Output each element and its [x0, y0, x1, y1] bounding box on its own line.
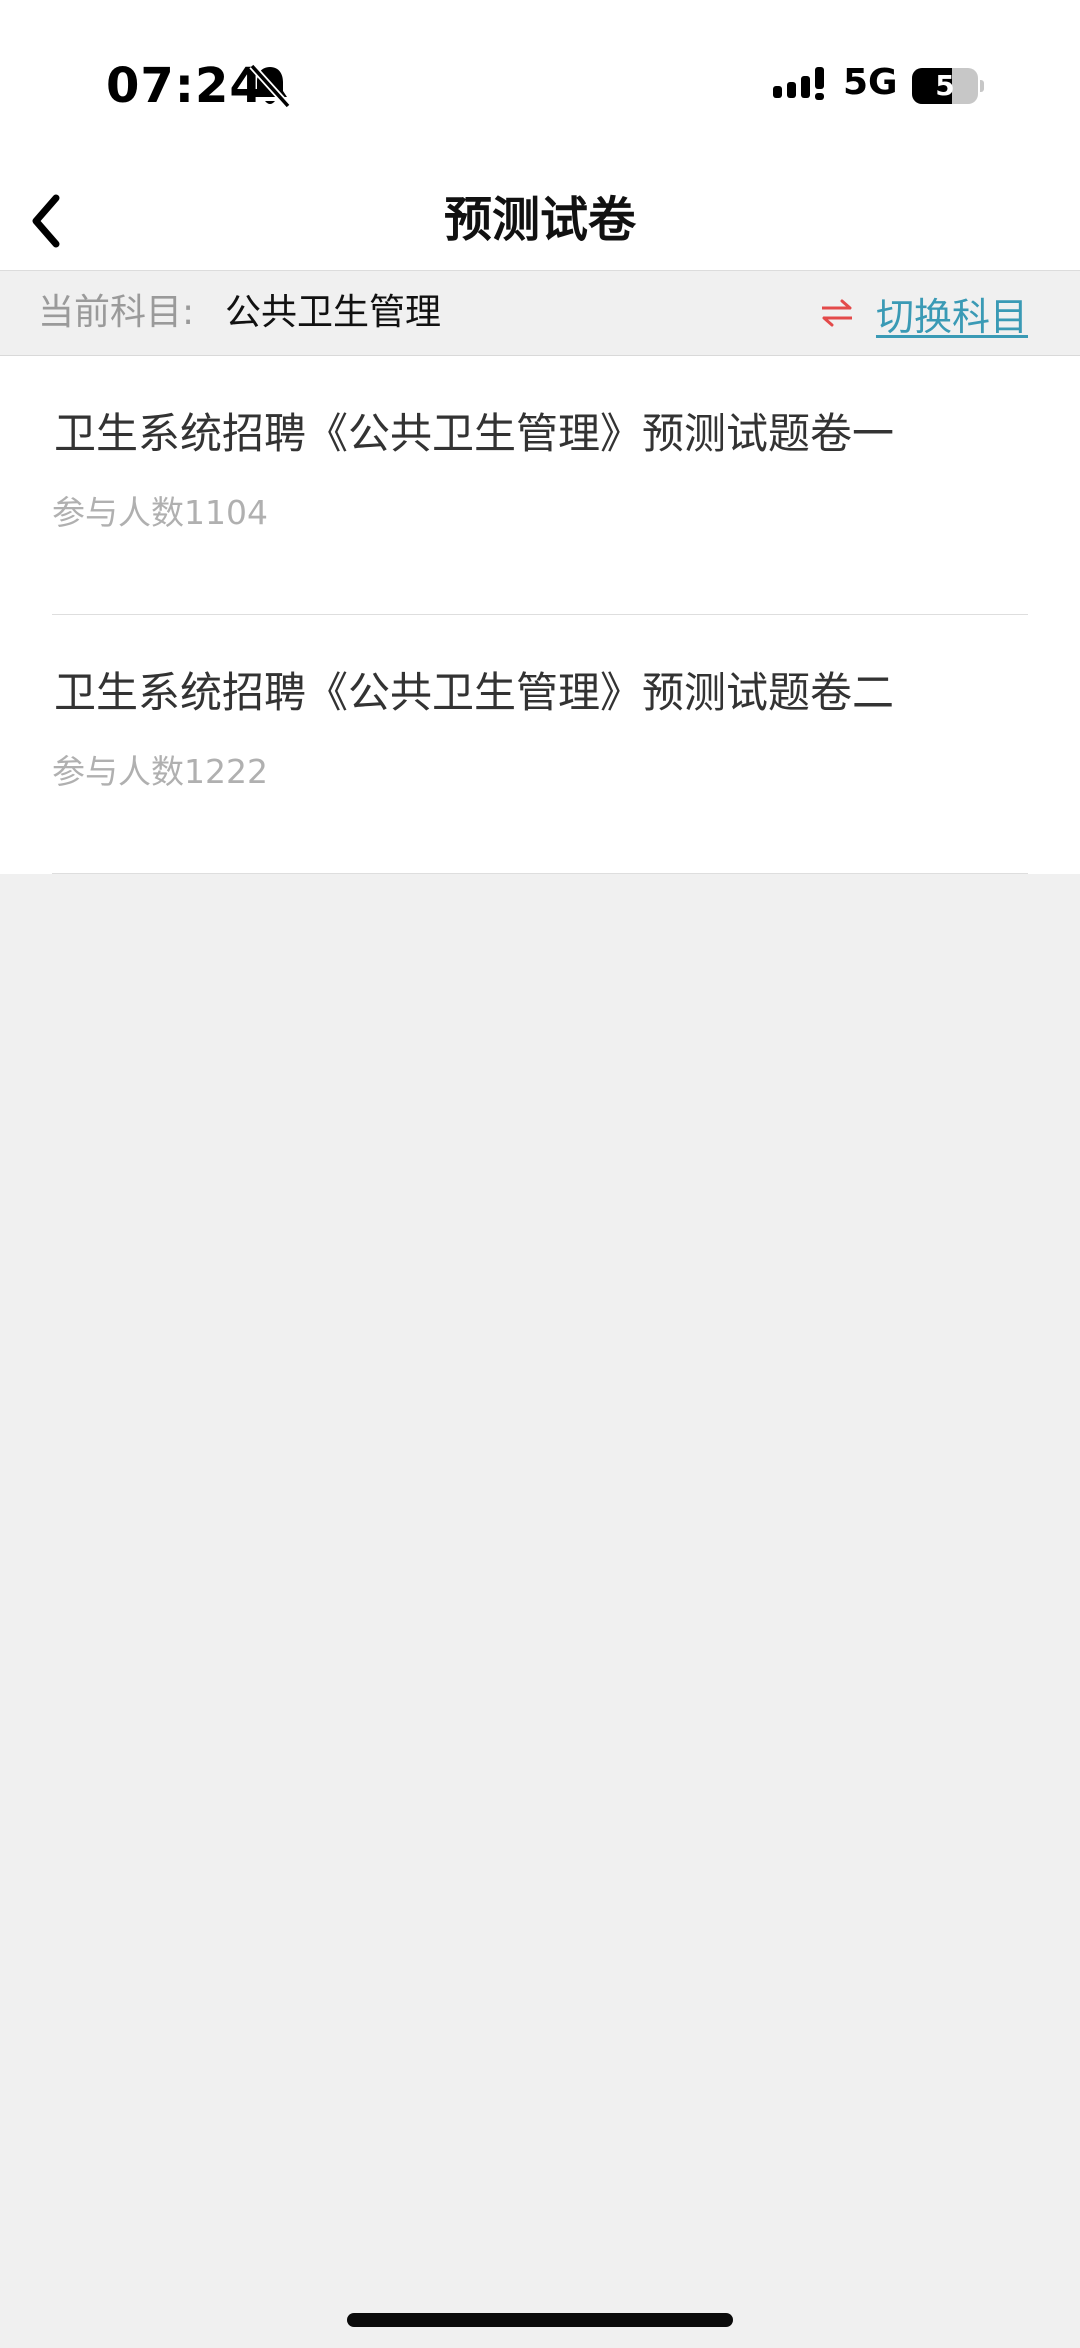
battery-level: 5: [935, 69, 955, 102]
switch-subject-label: 切换科目: [875, 294, 1028, 339]
switch-subject-button[interactable]: 切换科目: [820, 271, 1028, 355]
nav-bar: 预测试卷: [0, 170, 1080, 271]
bell-slash-icon: [249, 63, 291, 109]
participant-count: 参与人数1222: [52, 752, 268, 791]
paper-item[interactable]: 卫生系统招聘《公共卫生管理》预测试题卷一 参与人数1104: [52, 356, 1028, 615]
subject-label: 当前科目:: [38, 292, 195, 333]
network-type: 5G: [843, 62, 898, 103]
subject-bar: 当前科目: 公共卫生管理 切换科目: [0, 271, 1080, 356]
swap-arrows-icon: [821, 299, 852, 327]
signal-icon: [773, 67, 824, 100]
status-time: 07:24: [106, 58, 264, 114]
home-indicator[interactable]: [347, 2313, 733, 2327]
paper-title: 卫生系统招聘《公共卫生管理》预测试题卷二: [54, 668, 895, 717]
page-title: 预测试卷: [443, 192, 636, 248]
battery-cap: [980, 80, 984, 92]
paper-list: 卫生系统招聘《公共卫生管理》预测试题卷一 参与人数1104 卫生系统招聘《公共卫…: [0, 356, 1080, 874]
status-bar: 07:24 5G 5: [0, 0, 1080, 170]
battery-icon: 5: [912, 68, 978, 104]
paper-title: 卫生系统招聘《公共卫生管理》预测试题卷一: [54, 409, 895, 458]
paper-item[interactable]: 卫生系统招聘《公共卫生管理》预测试题卷二 参与人数1222: [52, 615, 1028, 874]
participant-count: 参与人数1104: [52, 493, 268, 532]
subject-value: 公共卫生管理: [225, 292, 442, 333]
back-button[interactable]: [14, 186, 84, 256]
